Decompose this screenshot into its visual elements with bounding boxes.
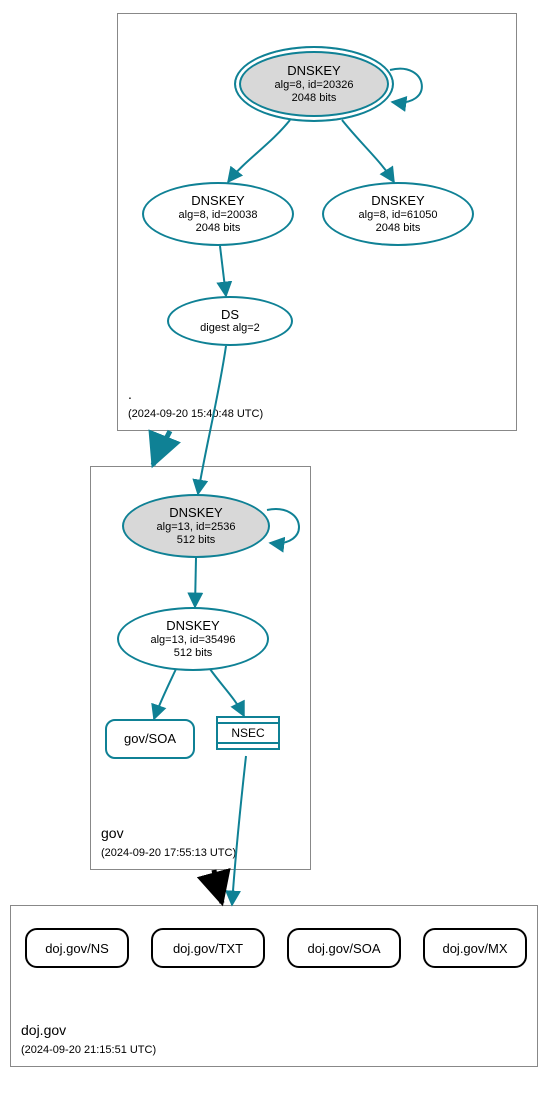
node-gov-nsec: NSEC [216,716,280,750]
node-sub2: 2048 bits [376,222,421,235]
node-sub1: alg=8, id=20038 [179,209,258,222]
node-root-ds: DS digest alg=2 [167,296,293,346]
node-sub2: 512 bits [177,534,216,547]
node-title: DS [221,307,239,323]
soa-label: gov/SOA [124,731,176,747]
node-root-ksk: DNSKEY alg=8, id=20326 2048 bits [234,46,394,122]
rr-dojgov-soa: doj.gov/SOA [287,928,401,968]
node-gov-ksk: DNSKEY alg=13, id=2536 512 bits [122,494,270,558]
node-sub2: 2048 bits [196,222,241,235]
node-sub1: alg=13, id=2536 [157,521,236,534]
node-title: DNSKEY [169,505,222,521]
node-title: DNSKEY [166,618,219,634]
node-gov-zsk: DNSKEY alg=13, id=35496 512 bits [117,607,269,671]
node-root-zsk2: DNSKEY alg=8, id=61050 2048 bits [322,182,474,246]
nsec-label: NSEC [218,722,278,744]
node-sub1: alg=8, id=61050 [359,209,438,222]
node-root-zsk: DNSKEY alg=8, id=20038 2048 bits [142,182,294,246]
zone-dojgov-timestamp: (2024-09-20 21:15:51 UTC) [21,1044,156,1056]
zone-gov-name: gov [101,825,124,841]
zone-root-name: . [128,386,132,402]
node-sub2: 2048 bits [292,92,337,105]
zone-gov-timestamp: (2024-09-20 17:55:13 UTC) [101,847,236,859]
node-sub1: digest alg=2 [200,322,260,335]
rr-dojgov-txt: doj.gov/TXT [151,928,265,968]
node-sub1: alg=13, id=35496 [150,634,235,647]
node-title: DNSKEY [191,193,244,209]
node-gov-soa: gov/SOA [105,719,195,759]
node-title: DNSKEY [287,63,340,79]
node-title: DNSKEY [371,193,424,209]
zone-dojgov-name: doj.gov [21,1022,66,1038]
node-sub1: alg=8, id=20326 [275,79,354,92]
zone-root-timestamp: (2024-09-20 15:40:48 UTC) [128,408,263,420]
rr-dojgov-mx: doj.gov/MX [423,928,527,968]
node-sub2: 512 bits [174,647,213,660]
rr-dojgov-ns: doj.gov/NS [25,928,129,968]
